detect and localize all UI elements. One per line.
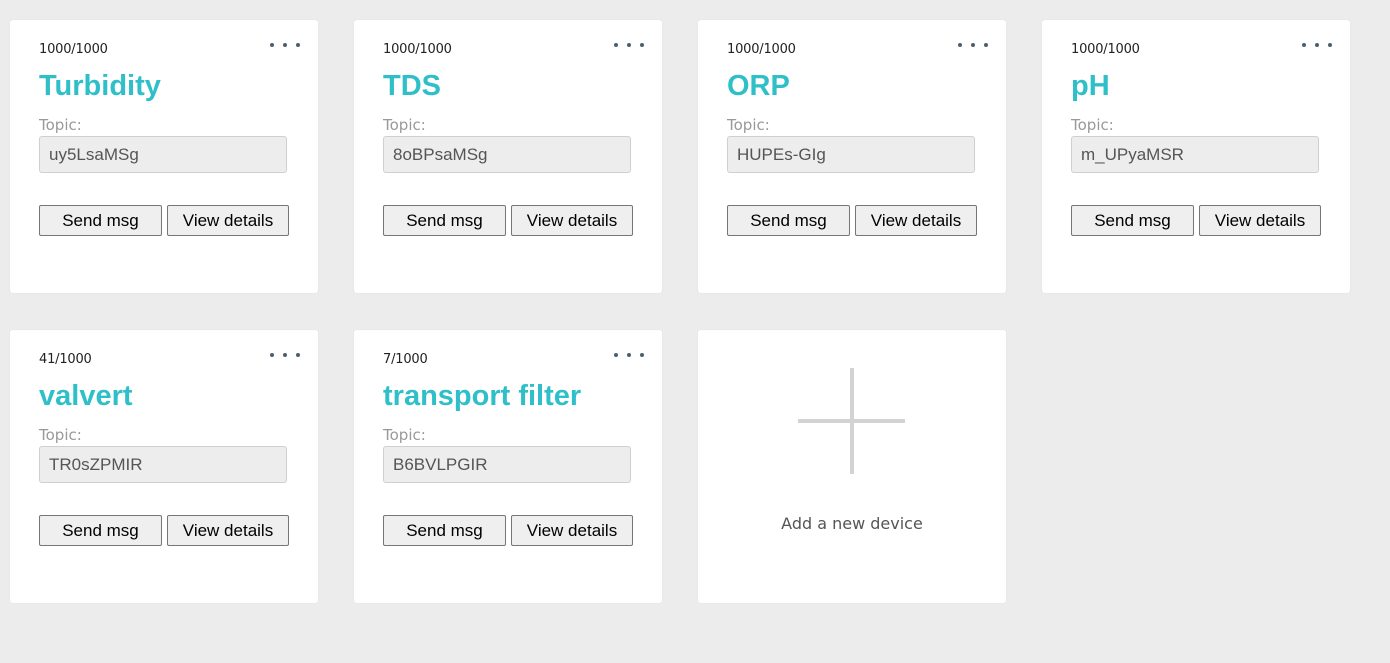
topic-field[interactable] (39, 136, 287, 173)
topic-label: Topic: (383, 426, 426, 444)
topic-label: Topic: (39, 426, 82, 444)
view-details-button[interactable]: View details (1199, 205, 1321, 236)
device-card: 1000/1000 ORP Topic: Send msg View detai… (698, 20, 1006, 293)
view-details-button[interactable]: View details (855, 205, 977, 236)
more-options-icon[interactable] (1302, 36, 1332, 54)
device-name: ORP (727, 70, 790, 102)
device-name: transport filter (383, 380, 582, 412)
more-options-icon[interactable] (270, 346, 300, 364)
topic-label: Topic: (383, 116, 426, 134)
view-details-button[interactable]: View details (511, 205, 633, 236)
topic-field[interactable] (727, 136, 975, 173)
view-details-button[interactable]: View details (167, 515, 289, 546)
topic-label: Topic: (727, 116, 770, 134)
topic-field[interactable] (383, 446, 631, 483)
more-options-icon[interactable] (270, 36, 300, 54)
view-details-button[interactable]: View details (167, 205, 289, 236)
view-details-button[interactable]: View details (511, 515, 633, 546)
message-quota: 41/1000 (39, 352, 92, 367)
message-quota: 1000/1000 (39, 42, 108, 57)
send-msg-button[interactable]: Send msg (39, 515, 162, 546)
more-options-icon[interactable] (614, 36, 644, 54)
device-card: 41/1000 valvert Topic: Send msg View det… (10, 330, 318, 603)
send-msg-button[interactable]: Send msg (383, 205, 506, 236)
device-name: TDS (383, 70, 441, 102)
topic-label: Topic: (39, 116, 82, 134)
message-quota: 1000/1000 (727, 42, 796, 57)
topic-field[interactable] (39, 446, 287, 483)
send-msg-button[interactable]: Send msg (727, 205, 850, 236)
send-msg-button[interactable]: Send msg (1071, 205, 1194, 236)
device-card: 7/1000 transport filter Topic: Send msg … (354, 330, 662, 603)
device-name: pH (1071, 70, 1110, 102)
send-msg-button[interactable]: Send msg (39, 205, 162, 236)
device-card: 1000/1000 pH Topic: Send msg View detail… (1042, 20, 1350, 293)
message-quota: 1000/1000 (383, 42, 452, 57)
send-msg-button[interactable]: Send msg (383, 515, 506, 546)
device-name: valvert (39, 380, 133, 412)
more-options-icon[interactable] (614, 346, 644, 364)
add-device-label: Add a new device (781, 514, 923, 533)
device-card: 1000/1000 TDS Topic: Send msg View detai… (354, 20, 662, 293)
message-quota: 1000/1000 (1071, 42, 1140, 57)
add-device-card[interactable]: Add a new device (698, 330, 1006, 603)
topic-field[interactable] (1071, 136, 1319, 173)
device-name: Turbidity (39, 70, 161, 102)
device-card: 1000/1000 Turbidity Topic: Send msg View… (10, 20, 318, 293)
more-options-icon[interactable] (958, 36, 988, 54)
topic-field[interactable] (383, 136, 631, 173)
message-quota: 7/1000 (383, 352, 428, 367)
topic-label: Topic: (1071, 116, 1114, 134)
